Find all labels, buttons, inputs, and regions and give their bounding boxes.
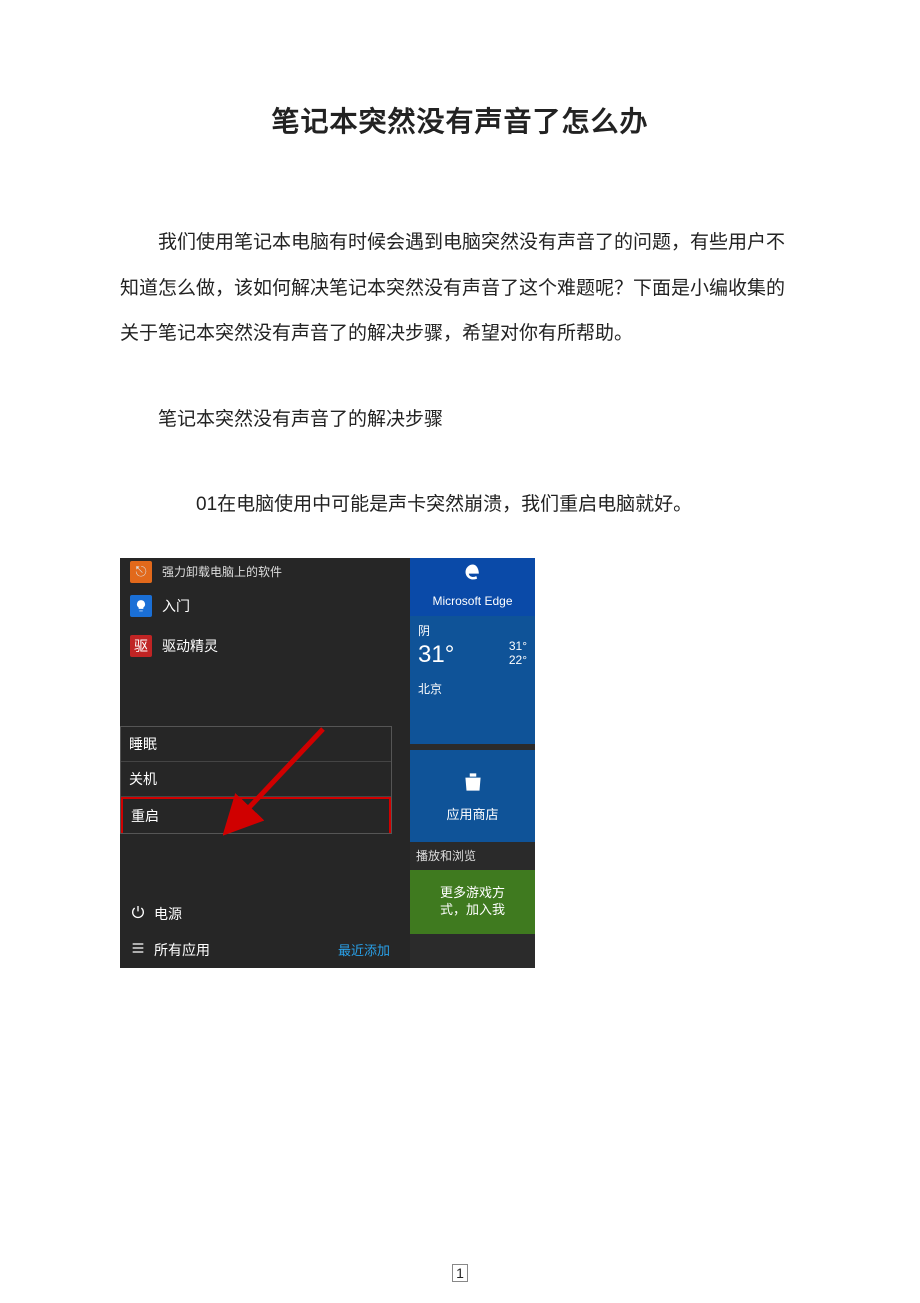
document-title: 笔记本突然没有声音了怎么办 (120, 100, 800, 140)
start-menu-item-intro[interactable]: 入门 (120, 586, 410, 626)
edge-logo-icon (463, 562, 483, 582)
start-menu-item-label: 入门 (162, 596, 190, 616)
weather-temp-lo: 22° (509, 653, 527, 667)
power-button-row[interactable]: 电源 (120, 896, 410, 932)
weather-tile[interactable]: 阴 31° 31° 22° 北京 (410, 616, 535, 744)
step-01-text: 01在电脑使用中可能是声卡突然崩溃，我们重启电脑就好。 (120, 482, 800, 528)
xbox-games-tile[interactable]: 更多游戏方 式，加入我 (410, 870, 535, 934)
weather-cond: 阴 (418, 622, 527, 639)
power-submenu: 睡眠 关机 重启 (120, 726, 392, 834)
power-shutdown-item[interactable]: 关机 (121, 762, 391, 797)
driver-icon: 驱 (130, 635, 152, 657)
weather-city: 北京 (418, 680, 527, 697)
store-tile[interactable]: 应用商店 (410, 750, 535, 842)
start-menu-tiles: Microsoft Edge 阴 31° 31° 22° 北京 应用商店 (410, 558, 535, 968)
power-sleep-item[interactable]: 睡眠 (121, 727, 391, 762)
all-apps-row[interactable]: 所有应用 最近添加 (120, 932, 410, 968)
section-subhead: 笔记本突然没有声音了的解决步骤 (120, 397, 800, 443)
power-icon (130, 904, 146, 923)
power-restart-label: 重启 (131, 806, 159, 826)
all-apps-label: 所有应用 (154, 940, 210, 960)
browse-section-label: 播放和浏览 (410, 842, 535, 870)
start-menu-left-panel: ⎋ 强力卸载电脑上的软件 入门 驱 驱动精灵 睡眠 关机 (120, 558, 410, 968)
page-number-value: 1 (452, 1264, 468, 1282)
page-number: 1 (0, 1265, 920, 1281)
green-tile-line2: 式，加入我 (440, 902, 505, 919)
weather-temp-hi: 31° (509, 639, 527, 653)
edge-label: Microsoft Edge (432, 594, 512, 608)
uninstall-icon: ⎋ (130, 561, 152, 583)
weather-temp-main: 31° (418, 639, 454, 670)
intro-paragraph: 我们使用笔记本电脑有时候会遇到电脑突然没有声音了的问题，有些用户不知道怎么做，该… (120, 220, 800, 357)
power-shutdown-label: 关机 (129, 769, 157, 789)
store-icon (460, 769, 486, 798)
document-page: 笔记本突然没有声音了怎么办 我们使用笔记本电脑有时候会遇到电脑突然没有声音了的问… (0, 0, 920, 1303)
start-menu-item-driver[interactable]: 驱 驱动精灵 (120, 626, 410, 666)
power-sleep-label: 睡眠 (129, 734, 157, 754)
uninstall-label: 强力卸载电脑上的软件 (162, 563, 282, 580)
recent-added-link[interactable]: 最近添加 (338, 940, 390, 959)
lightbulb-icon (130, 595, 152, 617)
power-label: 电源 (154, 904, 182, 924)
store-label: 应用商店 (446, 804, 498, 823)
edge-tile-label[interactable]: Microsoft Edge (410, 586, 535, 616)
embedded-screenshot: ⎋ 强力卸载电脑上的软件 入门 驱 驱动精灵 睡眠 关机 (120, 558, 535, 968)
start-menu-top-row: ⎋ 强力卸载电脑上的软件 (120, 558, 410, 586)
edge-tile-top[interactable] (410, 558, 535, 586)
power-restart-item[interactable]: 重启 (121, 797, 391, 833)
start-menu-bottom: 电源 所有应用 最近添加 (120, 896, 410, 968)
list-icon (130, 940, 146, 959)
browse-label: 播放和浏览 (416, 847, 476, 864)
start-menu-item-label: 驱动精灵 (162, 636, 218, 656)
green-tile-line1: 更多游戏方 (440, 885, 505, 902)
